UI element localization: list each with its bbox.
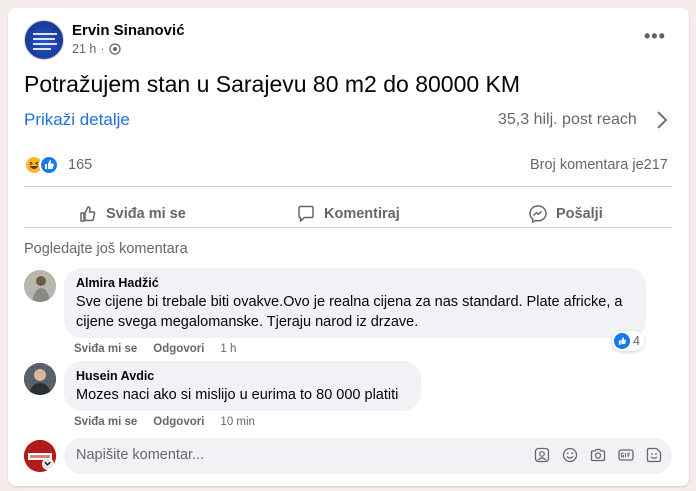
- comment-button-label: Komentiraj: [324, 206, 400, 222]
- view-more-comments-link[interactable]: Pogledajte još komentara: [24, 241, 188, 257]
- reaction-count[interactable]: 165: [68, 157, 92, 173]
- more-options-icon[interactable]: •••: [644, 26, 666, 47]
- comment-like-button[interactable]: Sviđa mi se: [74, 416, 137, 428]
- commenter-name[interactable]: Almira Hadžić: [76, 276, 634, 290]
- comment-actions: Sviđa mi se Odgovori 10 min: [74, 416, 255, 428]
- share-button-label: Pošalji: [556, 206, 603, 222]
- sticker-icon[interactable]: [646, 447, 662, 463]
- author-avatar[interactable]: [24, 20, 64, 60]
- thumbs-up-icon: [80, 206, 96, 222]
- comment-line: cijene svega megalomanske. Tjeraju narod…: [76, 314, 419, 330]
- comment-reply-button[interactable]: Odgovori: [153, 416, 204, 428]
- like-reaction-icon: [614, 333, 630, 349]
- comment-like-button[interactable]: Sviđa mi se: [74, 343, 137, 355]
- post-reach[interactable]: 35,3 hilj. post reach: [498, 111, 637, 129]
- comment-time[interactable]: 10 min: [220, 416, 255, 428]
- comment-text: Sve cijene bi trebale biti ovakve.Ovo je…: [76, 292, 634, 332]
- post-text: Potražujem stan u Sarajevu 80 m2 do 8000…: [24, 71, 521, 97]
- divider: [24, 186, 672, 187]
- chevron-down-icon[interactable]: [42, 458, 54, 470]
- avatar-sticker-icon[interactable]: [534, 447, 550, 463]
- post-meta: 21 h ·: [72, 42, 121, 56]
- comment-text: Mozes naci ako si mislijo u eurima to 80…: [76, 385, 409, 405]
- divider: [24, 227, 672, 228]
- like-reaction-icon: [39, 155, 59, 175]
- commenter-avatar[interactable]: [24, 270, 56, 302]
- messenger-icon: [529, 205, 547, 224]
- comment-time[interactable]: 1 h: [220, 343, 236, 355]
- comment-reply-button[interactable]: Odgovori: [153, 343, 204, 355]
- compose-icons: [534, 447, 662, 463]
- chevron-right-icon[interactable]: [656, 110, 668, 135]
- commenter-avatar[interactable]: [24, 363, 56, 395]
- comment-count[interactable]: Broj komentara je217: [530, 157, 668, 173]
- emoji-icon[interactable]: [562, 447, 578, 463]
- comment-icon: [298, 205, 314, 222]
- comment-actions: Sviđa mi se Odgovori 1 h: [74, 343, 236, 355]
- commenter-name[interactable]: Husein Avdic: [76, 369, 409, 383]
- author-name[interactable]: Ervin Sinanović: [72, 22, 185, 39]
- post-time[interactable]: 21 h: [72, 42, 96, 56]
- gif-icon[interactable]: [618, 447, 634, 463]
- comment-bubble: Almira Hadžić Sve cijene bi trebale biti…: [64, 268, 646, 338]
- like-button-label: Sviđa mi se: [106, 206, 186, 222]
- comment-line: Mozes naci ako si mislijo u eurima to 80…: [76, 387, 399, 403]
- comment-line: Sve cijene bi trebale biti ovakve.Ovo je…: [76, 294, 623, 310]
- show-details-link[interactable]: Prikaži detalje: [24, 110, 130, 130]
- comment-reaction-count: 4: [633, 334, 640, 348]
- comment-reaction-badge[interactable]: 4: [612, 331, 644, 351]
- reaction-icons[interactable]: [24, 155, 64, 175]
- comment-bubble: Husein Avdic Mozes naci ako si mislijo u…: [64, 361, 421, 411]
- camera-icon[interactable]: [590, 447, 606, 463]
- globe-icon: [108, 43, 121, 55]
- post-card: Ervin Sinanović 21 h · ••• Potražujem st…: [8, 8, 689, 486]
